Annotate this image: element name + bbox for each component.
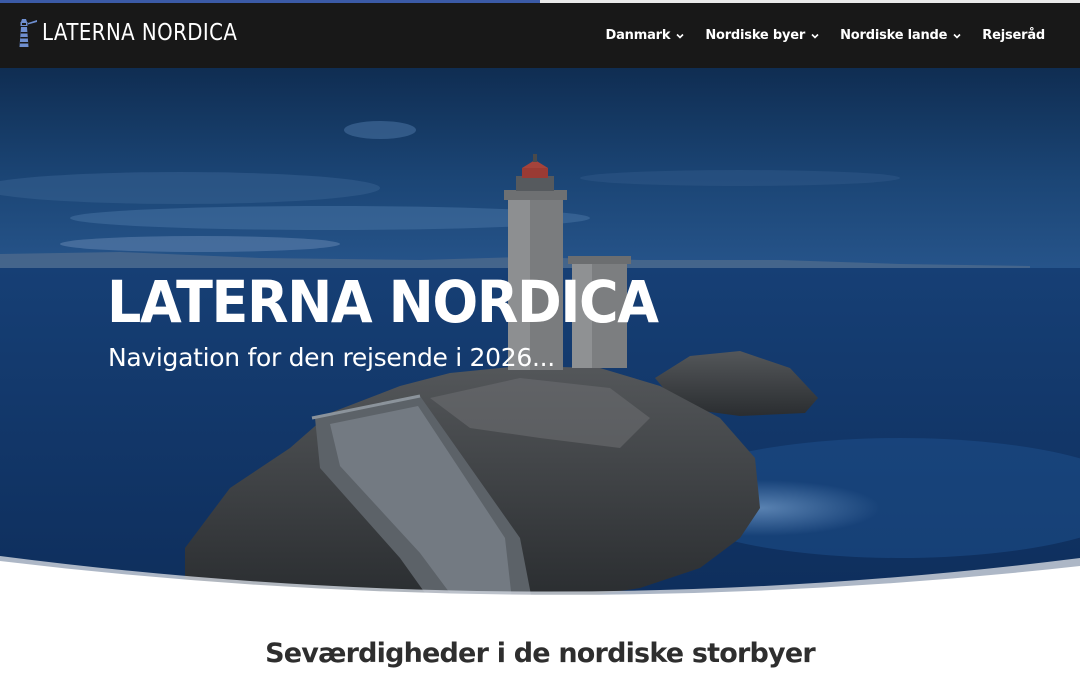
hero-title: LATERNA NORDICA (107, 268, 659, 336)
nav-item-nordiske-byer[interactable]: Nordiske byer (705, 28, 819, 43)
reading-progress-fill (0, 0, 540, 3)
chevron-down-icon (811, 33, 819, 39)
lighthouse-icon (19, 19, 37, 47)
nav-item-danmark[interactable]: Danmark (606, 28, 685, 43)
nav-item-label: Rejseråd (982, 28, 1045, 43)
hero-curve-divider (0, 556, 1080, 600)
hero-subtitle: Navigation for den rejsende i 2026... (108, 343, 555, 372)
nav-item-label: Nordiske lande (840, 28, 948, 43)
hero-banner: LATERNA NORDICA Navigation for den rejse… (0, 68, 1080, 600)
site-logo-link[interactable]: LATERNA NORDICA (16, 18, 269, 48)
logo-text: LATERNA NORDICA (42, 20, 238, 46)
nav-item-label: Danmark (605, 28, 671, 43)
site-header: LATERNA NORDICA Danmark Nordiske byer No… (0, 3, 1080, 68)
section-heading: Seværdigheder i de nordiske storbyer (265, 638, 816, 669)
nav-item-label: Nordiske byer (705, 28, 806, 43)
chevron-down-icon (676, 33, 684, 39)
chevron-down-icon (953, 33, 961, 39)
reading-progress-bar (0, 0, 1080, 3)
nav-item-rejseraad[interactable]: Rejseråd (982, 28, 1045, 43)
main-navigation: Danmark Nordiske byer Nordiske lande Rej… (585, 3, 1046, 68)
nav-item-nordiske-lande[interactable]: Nordiske lande (840, 28, 961, 43)
